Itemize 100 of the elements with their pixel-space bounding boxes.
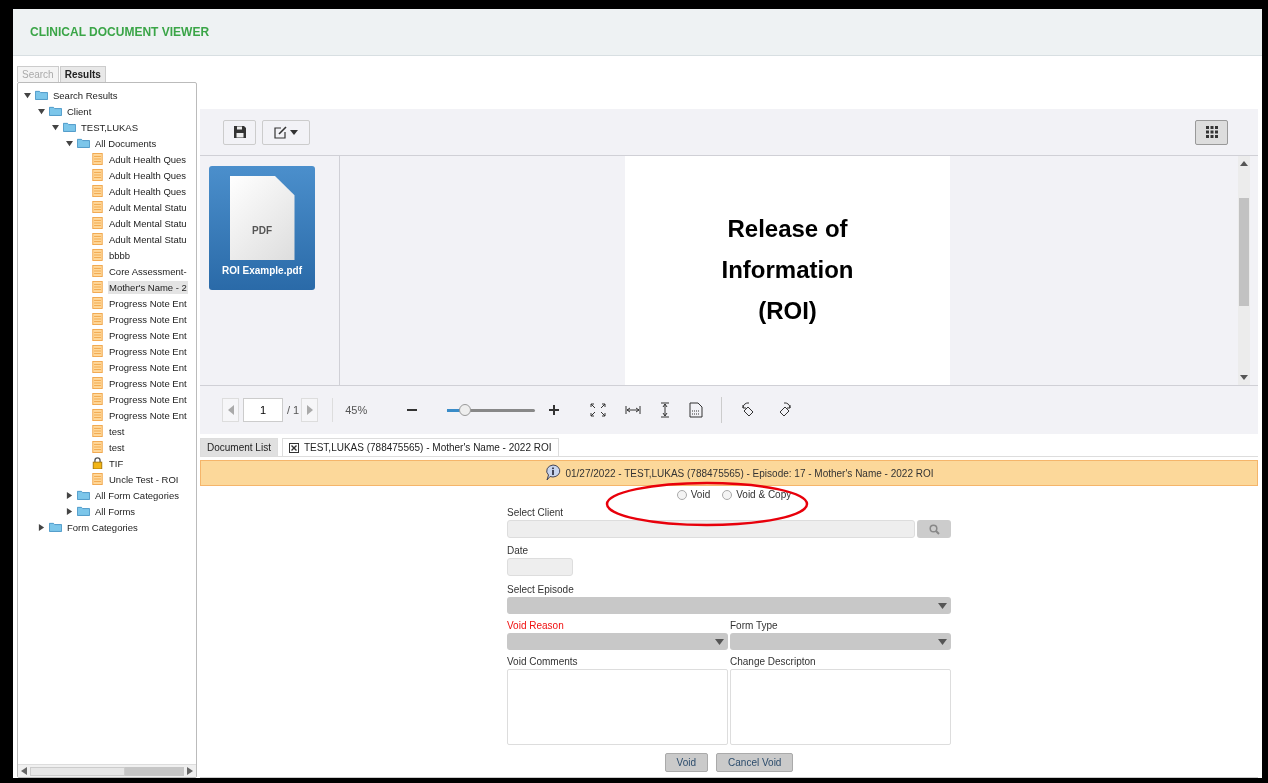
document-icon — [91, 217, 104, 229]
document-icon — [91, 313, 104, 325]
tree-item[interactable]: All Form Categories — [94, 488, 180, 502]
expand-arrow-icon[interactable] — [66, 507, 73, 515]
field-label: Void Comments — [507, 655, 579, 669]
collapse-arrow-icon[interactable] — [24, 91, 31, 99]
lock-icon — [91, 457, 104, 469]
slider-thumb[interactable] — [458, 403, 471, 416]
dropdown-field[interactable] — [507, 597, 951, 614]
tree-item[interactable]: Progress Note Ent — [108, 376, 188, 390]
horizontal-scrollbar[interactable] — [18, 764, 196, 777]
form-button[interactable]: Void — [664, 753, 709, 772]
tree-item[interactable]: Adult Health Ques — [108, 152, 188, 166]
document-icon — [91, 425, 104, 437]
fit-page-icon[interactable] — [590, 403, 607, 417]
document-icon — [91, 473, 104, 485]
date-field[interactable] — [507, 558, 573, 576]
field-label: Select Episode — [507, 583, 575, 597]
field-label: Date — [507, 544, 530, 558]
expand-arrow-icon[interactable] — [66, 491, 73, 499]
edit-icon — [273, 125, 299, 139]
file-icon: PDF — [229, 176, 295, 260]
tree-item[interactable]: Form Categories — [66, 520, 139, 534]
right-arrow-icon — [306, 405, 313, 415]
fit-height-icon[interactable] — [660, 402, 671, 418]
document-icon[interactable] — [689, 402, 704, 418]
document-icon — [91, 377, 104, 389]
folder-icon — [35, 89, 48, 101]
dropdown-field[interactable] — [507, 633, 728, 650]
file-thumbnail[interactable]: PDF ROI Example.pdf — [209, 166, 315, 290]
radio-label: Void — [690, 489, 711, 500]
folder-icon — [63, 121, 76, 133]
vertical-scrollbar[interactable] — [1238, 156, 1250, 385]
scroll-down-icon[interactable] — [1240, 375, 1248, 380]
tree-item[interactable]: Progress Note Ent — [108, 312, 188, 326]
document-icon — [91, 169, 104, 181]
radio-option[interactable]: Void — [676, 489, 711, 500]
tree-item[interactable]: Adult Mental Statu — [108, 232, 188, 246]
tree-item[interactable]: All Forms — [94, 504, 137, 518]
radio-icon[interactable] — [676, 489, 687, 500]
document-icon — [91, 265, 104, 277]
radio-option[interactable]: Void & Copy — [722, 489, 792, 500]
tree-item[interactable]: Progress Note Ent — [108, 344, 188, 358]
form-button[interactable]: Cancel Void — [716, 753, 794, 772]
tree-item[interactable]: Adult Mental Statu — [108, 216, 188, 230]
scroll-right-icon[interactable] — [187, 767, 193, 775]
fit-width-icon[interactable] — [625, 405, 642, 415]
field-label: Change Descripton — [730, 655, 817, 669]
collapse-arrow-icon[interactable] — [52, 123, 59, 131]
close-icon[interactable] — [288, 442, 299, 453]
zoom-in-icon[interactable] — [549, 405, 560, 415]
tree-item[interactable]: Core Assessment- — [108, 264, 188, 278]
tree-item[interactable]: Progress Note Ent — [108, 296, 188, 310]
tree-item[interactable]: Progress Note Ent — [108, 328, 188, 342]
tree-item[interactable]: Progress Note Ent — [108, 408, 188, 422]
collapse-arrow-icon[interactable] — [38, 107, 45, 115]
left-arrow-icon — [227, 405, 234, 415]
document-icon — [91, 345, 104, 357]
tree-item[interactable]: Progress Note Ent — [108, 360, 188, 374]
tree-item[interactable]: TIF — [108, 456, 125, 470]
tree-item[interactable]: Progress Note Ent — [108, 392, 188, 406]
tree-item[interactable]: test — [108, 440, 126, 454]
document-icon — [91, 361, 104, 373]
folder-icon — [49, 105, 62, 117]
grid-view-button[interactable] — [1195, 119, 1228, 145]
page-heading: Release of Information (ROI) — [720, 214, 855, 326]
tree-item[interactable]: All Documents — [94, 136, 158, 150]
tree-item[interactable]: test — [108, 424, 126, 438]
caret-icon — [938, 638, 947, 645]
tree-item[interactable]: Adult Health Ques — [108, 168, 188, 182]
document-icon — [91, 441, 104, 453]
edit-dropdown-button[interactable] — [262, 119, 310, 145]
tree-item[interactable]: bbbb — [108, 248, 132, 262]
collapse-arrow-icon[interactable] — [66, 139, 73, 147]
tree-item[interactable]: Uncle Test - ROI — [108, 472, 180, 486]
document-tab[interactable]: TEST,LUKAS (788475565) - Mother's Name - 2022 ROI — [281, 438, 559, 456]
tree-item[interactable]: Adult Mental Statu — [108, 200, 188, 214]
input-field[interactable] — [507, 520, 915, 538]
dropdown-field[interactable] — [730, 633, 951, 650]
page-number-field[interactable]: 1 — [243, 398, 283, 422]
tree-item[interactable]: Mother's Name - 2 — [108, 280, 188, 294]
radio-label: Void & Copy — [736, 489, 792, 500]
radio-icon[interactable] — [722, 489, 733, 500]
scroll-up-icon[interactable] — [1240, 161, 1248, 166]
tree-item[interactable]: TEST,LUKAS — [80, 120, 140, 134]
caret-icon — [715, 638, 724, 645]
document-icon — [91, 393, 104, 405]
expand-arrow-icon[interactable] — [38, 523, 45, 531]
save-button[interactable] — [223, 119, 256, 145]
panel-tab[interactable]: Results — [59, 66, 106, 82]
tree-item[interactable]: Adult Health Ques — [108, 184, 188, 198]
document-icon — [91, 297, 104, 309]
folder-icon — [77, 505, 90, 517]
tree-item[interactable]: Search Results — [52, 88, 119, 102]
zoom-level: 45% — [332, 398, 368, 422]
search-icon — [928, 523, 940, 535]
document-tab[interactable]: Document List — [200, 438, 278, 456]
document-icon — [91, 185, 104, 197]
scroll-left-icon[interactable] — [21, 767, 27, 775]
tree-item[interactable]: Client — [66, 104, 93, 118]
